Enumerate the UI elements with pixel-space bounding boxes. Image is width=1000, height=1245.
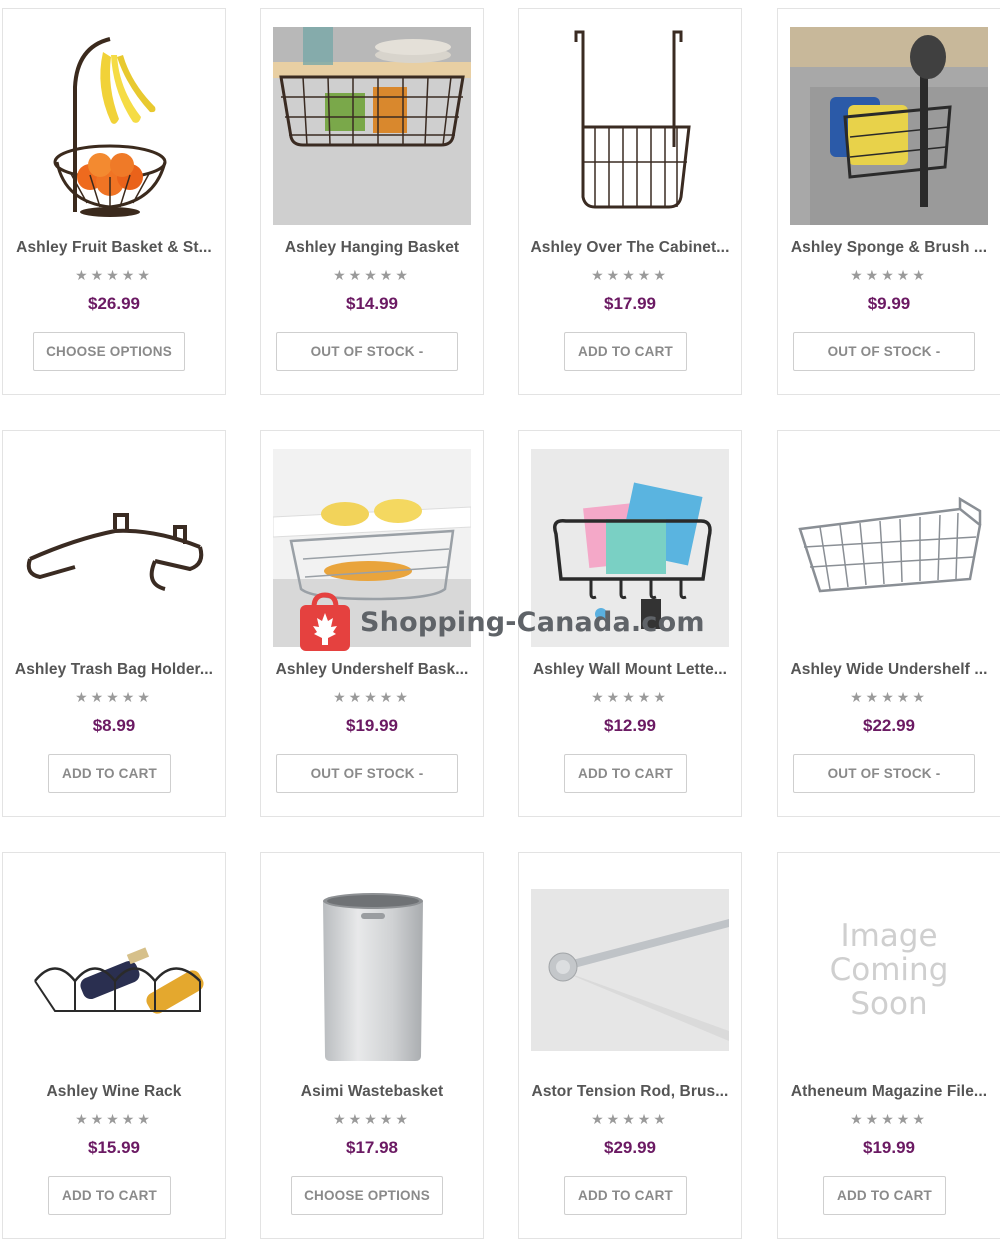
product-title[interactable]: Ashley Wide Undershelf ... <box>786 661 992 679</box>
rating-stars: ★★★★★ <box>75 689 153 705</box>
product-card[interactable]: Ashley Wine Rack ★★★★★ $15.99 ADD TO CAR… <box>2 852 226 1239</box>
placeholder-line: Soon <box>850 986 928 1022</box>
rating-stars: ★★★★★ <box>850 689 928 705</box>
out-of-stock-button[interactable]: OUT OF STOCK - <box>276 332 458 371</box>
choose-options-button[interactable]: CHOOSE OPTIONS <box>33 332 185 371</box>
product-card[interactable]: Ashley Over The Cabinet... ★★★★★ $17.99 … <box>518 8 742 395</box>
product-price: $15.99 <box>88 1138 140 1157</box>
product-card[interactable]: Asimi Wastebasket ★★★★★ $17.98 CHOOSE OP… <box>260 852 484 1239</box>
product-image-wide-undershelf-basket[interactable] <box>790 449 988 647</box>
product-card[interactable]: Ashley Hanging Basket ★★★★★ $14.99 OUT O… <box>260 8 484 395</box>
product-price: $26.99 <box>88 294 140 313</box>
rating-stars: ★★★★★ <box>75 267 153 283</box>
product-card[interactable]: Ashley Fruit Basket & St... ★★★★★ $26.99… <box>2 8 226 395</box>
image-coming-soon-text: Image Coming Soon <box>830 919 949 1021</box>
rating-stars: ★★★★★ <box>850 1111 928 1127</box>
product-image-placeholder[interactable]: Image Coming Soon <box>790 871 988 1069</box>
product-image-undershelf-basket[interactable] <box>273 449 471 647</box>
product-title[interactable]: Ashley Over The Cabinet... <box>527 239 733 257</box>
rating-stars: ★★★★★ <box>850 267 928 283</box>
product-image-fruit-basket[interactable] <box>15 27 213 225</box>
product-title[interactable]: Ashley Wall Mount Lette... <box>527 661 733 679</box>
product-image-tension-rod[interactable] <box>531 871 729 1069</box>
product-image-trash-bag-holder[interactable] <box>15 449 213 647</box>
product-title[interactable]: Ashley Trash Bag Holder... <box>11 661 217 679</box>
add-to-cart-button[interactable]: ADD TO CART <box>564 754 687 793</box>
product-title[interactable]: Ashley Hanging Basket <box>269 239 475 257</box>
product-card[interactable]: Ashley Wall Mount Lette... ★★★★★ $12.99 … <box>518 430 742 817</box>
product-card[interactable]: Ashley Trash Bag Holder... ★★★★★ $8.99 A… <box>2 430 226 817</box>
product-price: $29.99 <box>604 1138 656 1157</box>
product-card[interactable]: Image Coming Soon Atheneum Magazine File… <box>777 852 1000 1239</box>
product-price: $19.99 <box>346 716 398 735</box>
product-price: $9.99 <box>867 294 911 313</box>
product-card[interactable]: Ashley Wide Undershelf ... ★★★★★ $22.99 … <box>777 430 1000 817</box>
rating-stars: ★★★★★ <box>591 689 669 705</box>
product-title[interactable]: Atheneum Magazine File... <box>786 1083 992 1101</box>
product-image-over-cabinet-basket[interactable] <box>531 27 729 225</box>
product-title[interactable]: Asimi Wastebasket <box>269 1083 475 1101</box>
out-of-stock-button[interactable]: OUT OF STOCK - <box>793 754 975 793</box>
rating-stars: ★★★★★ <box>75 1111 153 1127</box>
product-image-sponge-brush-holder[interactable] <box>790 27 988 225</box>
product-price: $14.99 <box>346 294 398 313</box>
product-title[interactable]: Astor Tension Rod, Brus... <box>527 1083 733 1101</box>
product-price: $12.99 <box>604 716 656 735</box>
product-title[interactable]: Ashley Sponge & Brush ... <box>786 239 992 257</box>
placeholder-line: Image <box>840 918 938 954</box>
out-of-stock-button[interactable]: OUT OF STOCK - <box>276 754 458 793</box>
product-price: $8.99 <box>92 716 136 735</box>
product-price: $17.98 <box>346 1138 398 1157</box>
product-card[interactable]: Ashley Undershelf Bask... ★★★★★ $19.99 O… <box>260 430 484 817</box>
product-card[interactable]: Ashley Sponge & Brush ... ★★★★★ $9.99 OU… <box>777 8 1000 395</box>
add-to-cart-button[interactable]: ADD TO CART <box>48 1176 171 1215</box>
product-title[interactable]: Ashley Fruit Basket & St... <box>11 239 217 257</box>
add-to-cart-button[interactable]: ADD TO CART <box>564 332 687 371</box>
rating-stars: ★★★★★ <box>591 267 669 283</box>
placeholder-line: Coming <box>829 952 949 988</box>
rating-stars: ★★★★★ <box>333 689 411 705</box>
add-to-cart-button[interactable]: ADD TO CART <box>564 1176 687 1215</box>
product-price: $17.99 <box>604 294 656 313</box>
rating-stars: ★★★★★ <box>333 267 411 283</box>
product-title[interactable]: Ashley Wine Rack <box>11 1083 217 1101</box>
out-of-stock-button[interactable]: OUT OF STOCK - <box>793 332 975 371</box>
product-grid: Ashley Fruit Basket & St... ★★★★★ $26.99… <box>0 0 1000 1245</box>
add-to-cart-button[interactable]: ADD TO CART <box>823 1176 946 1215</box>
product-title[interactable]: Ashley Undershelf Bask... <box>269 661 475 679</box>
product-image-wall-mount-letter-rack[interactable] <box>531 449 729 647</box>
add-to-cart-button[interactable]: ADD TO CART <box>48 754 171 793</box>
rating-stars: ★★★★★ <box>591 1111 669 1127</box>
product-image-wine-rack[interactable] <box>15 871 213 1069</box>
product-price: $19.99 <box>863 1138 915 1157</box>
rating-stars: ★★★★★ <box>333 1111 411 1127</box>
choose-options-button[interactable]: CHOOSE OPTIONS <box>291 1176 443 1215</box>
product-price: $22.99 <box>863 716 915 735</box>
product-image-wastebasket[interactable] <box>273 871 471 1069</box>
product-image-hanging-basket[interactable] <box>273 27 471 225</box>
product-card[interactable]: Astor Tension Rod, Brus... ★★★★★ $29.99 … <box>518 852 742 1239</box>
